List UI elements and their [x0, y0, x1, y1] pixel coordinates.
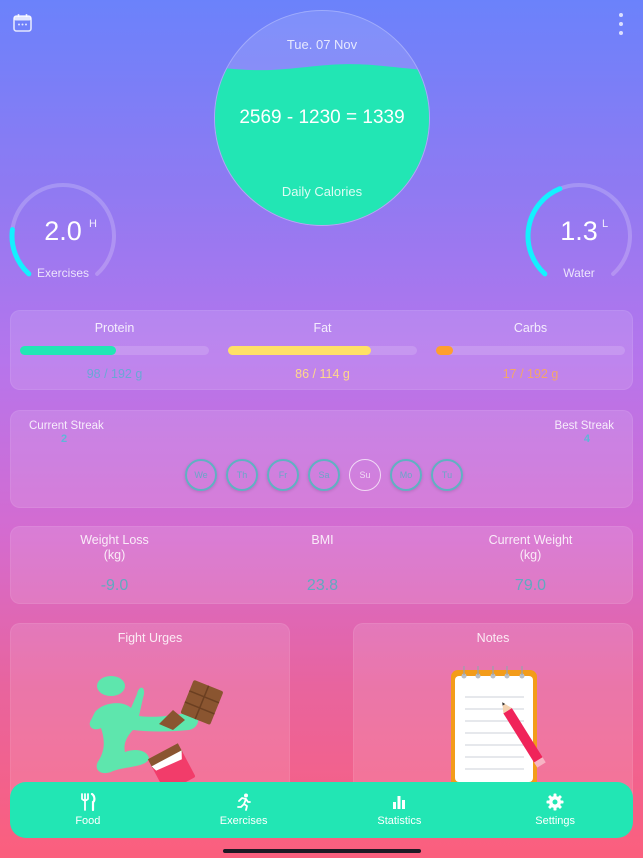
macro-label: Fat: [313, 321, 332, 335]
kick-chocolate-illustration: [89, 676, 223, 792]
macro-label: Carbs: [513, 321, 548, 335]
bottom-tab-bar: Food Exercises Statistics Settings: [10, 782, 633, 838]
stat-label: Weight Loss (kg): [80, 533, 149, 562]
stat-value: -9.0: [100, 577, 129, 594]
stat-current-weight: Current Weight (kg) 79.0: [427, 527, 634, 605]
macro-progress-track: [436, 346, 625, 355]
tab-statistics[interactable]: Statistics: [322, 782, 478, 838]
exercises-label: Exercises: [36, 266, 89, 280]
best-streak-label: Best Streak: [554, 420, 614, 432]
macro-value: 98 / 192 g: [86, 367, 143, 381]
stat-value: 23.8: [306, 577, 339, 594]
calendar-icon[interactable]: [13, 13, 32, 32]
streak-card[interactable]: Current Streak 2 Best Streak 4 We Th Fr …: [10, 410, 633, 508]
macro-progress-fill: [228, 346, 371, 355]
tab-settings[interactable]: Settings: [477, 782, 633, 838]
exercises-gauge[interactable]: 2.0 H Exercises: [7, 180, 119, 290]
macro-label: Protein: [94, 321, 135, 335]
fork-knife-icon: [80, 793, 96, 811]
macro-value: 17 / 192 g: [502, 367, 559, 381]
water-value: 1.3: [560, 216, 598, 246]
streak-day: Tu: [431, 459, 463, 491]
tab-label: Statistics: [377, 815, 422, 827]
streak-day: Th: [226, 459, 258, 491]
exercises-value: 2.0: [44, 216, 82, 246]
macros-card: Protein 98 / 192 g Fat 86 / 114 g Carbs …: [10, 310, 633, 390]
macro-progress-fill: [20, 346, 117, 355]
exercises-unit: H: [89, 218, 97, 230]
current-streak-label: Current Streak: [29, 420, 104, 432]
macro-progress-track: [20, 346, 209, 355]
macro-fat[interactable]: Fat 86 / 114 g: [219, 311, 426, 391]
macro-progress-track: [228, 346, 417, 355]
date-label[interactable]: Tue. 07 Nov: [215, 37, 429, 52]
tab-exercises[interactable]: Exercises: [166, 782, 322, 838]
tab-label: Food: [75, 815, 101, 827]
water-unit: L: [602, 218, 609, 230]
more-vertical-icon[interactable]: [612, 13, 630, 35]
tab-label: Exercises: [219, 815, 268, 827]
streak-day: Fr: [267, 459, 299, 491]
tab-food[interactable]: Food: [10, 782, 166, 838]
running-person-icon: [236, 793, 251, 811]
streak-day: Su: [349, 459, 381, 491]
stat-label: Current Weight (kg): [488, 533, 573, 562]
daily-calories-circle[interactable]: Tue. 07 Nov 2569 - 1230 = 1339 Daily Cal…: [214, 10, 430, 226]
stat-weight-loss: Weight Loss (kg) -9.0: [11, 527, 218, 605]
daily-calories-label: Daily Calories: [281, 184, 363, 199]
macro-value: 86 / 114 g: [295, 367, 350, 381]
current-streak-value: 2: [61, 433, 68, 445]
streak-day: Mo: [390, 459, 422, 491]
calorie-equation: 2569 - 1230 = 1339: [239, 107, 405, 128]
stat-bmi: BMI 23.8: [219, 527, 426, 605]
macro-protein[interactable]: Protein 98 / 192 g: [11, 311, 218, 391]
macro-carbs[interactable]: Carbs 17 / 192 g: [427, 311, 634, 391]
bar-chart-icon: [393, 796, 406, 809]
home-indicator[interactable]: [223, 849, 421, 853]
stat-label: BMI: [311, 533, 334, 547]
notes-title: Notes: [476, 631, 510, 645]
best-streak-value: 4: [583, 433, 590, 445]
body-stats-card[interactable]: Weight Loss (kg) -9.0 BMI 23.8 Current W…: [10, 526, 633, 604]
notepad-pencil-illustration: [451, 666, 546, 788]
stat-value: 79.0: [514, 577, 547, 594]
water-gauge[interactable]: 1.3 L Water: [523, 180, 635, 290]
water-label: Water: [563, 266, 595, 280]
macro-progress-fill: [436, 346, 453, 355]
fight-urges-title: Fight Urges: [117, 631, 183, 645]
streak-day: We: [185, 459, 217, 491]
streak-day: Sa: [308, 459, 340, 491]
gear-icon: [546, 793, 564, 811]
tab-label: Settings: [535, 815, 575, 827]
streak-days: We Th Fr Sa Su Mo Tu: [185, 459, 463, 491]
